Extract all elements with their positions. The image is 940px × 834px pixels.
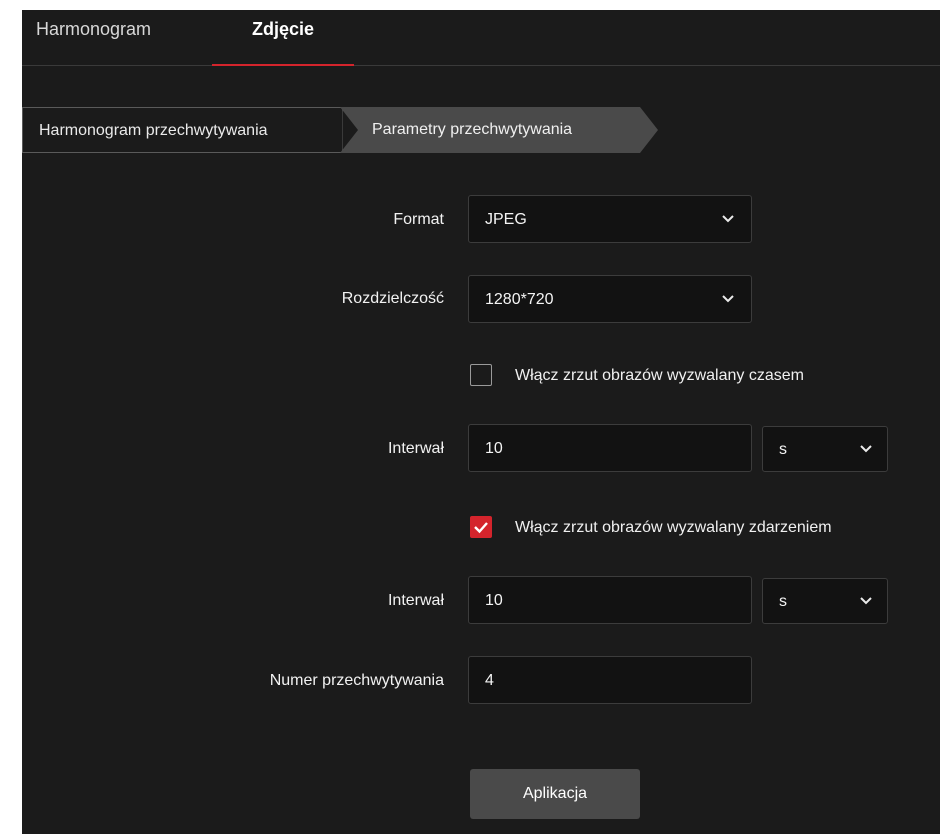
capture-number-value: 4 bbox=[485, 672, 494, 689]
event-unit-select[interactable]: s bbox=[762, 578, 888, 624]
step-capture-schedule-label: Harmonogram przechwytywania bbox=[39, 122, 268, 139]
format-value: JPEG bbox=[485, 211, 527, 228]
resolution-label: Rozdzielczość bbox=[341, 290, 444, 307]
apply-button[interactable]: Aplikacja bbox=[470, 769, 640, 819]
capture-number-label: Numer przechwytywania bbox=[269, 672, 444, 689]
event-unit-value: s bbox=[779, 593, 787, 610]
settings-panel: Harmonogram Zdjęcie Harmonogram przechwy… bbox=[22, 10, 940, 834]
format-label: Format bbox=[393, 211, 444, 228]
timed-unit-value: s bbox=[779, 441, 787, 458]
step-capture-schedule[interactable]: Harmonogram przechwytywania bbox=[22, 107, 344, 153]
timed-interval-value: 10 bbox=[485, 440, 503, 457]
timed-interval-label: Interwał bbox=[387, 440, 444, 457]
tab-harmonogram-label: Harmonogram bbox=[36, 19, 152, 39]
chevron-down-icon bbox=[860, 445, 872, 453]
top-tabs: Harmonogram Zdjęcie bbox=[22, 10, 940, 66]
resolution-value: 1280*720 bbox=[485, 291, 554, 308]
step-capture-params-label: Parametry przechwytywania bbox=[372, 121, 573, 138]
format-select[interactable]: JPEG bbox=[468, 195, 752, 243]
resolution-select[interactable]: 1280*720 bbox=[468, 275, 752, 323]
timed-unit-select[interactable]: s bbox=[762, 426, 888, 472]
timed-snapshot-label: Włącz zrzut obrazów wyzwalany czasem bbox=[515, 367, 804, 384]
chevron-down-icon bbox=[722, 215, 734, 223]
chevron-down-icon bbox=[860, 597, 872, 605]
event-interval-input[interactable]: 10 bbox=[468, 576, 752, 624]
event-interval-value: 10 bbox=[485, 592, 503, 609]
tab-zdjecie[interactable]: Zdjęcie bbox=[212, 10, 354, 66]
active-tab-indicator bbox=[212, 64, 354, 66]
step-capture-params[interactable]: Parametry przechwytywania bbox=[344, 107, 634, 153]
timed-interval-input[interactable]: 10 bbox=[468, 424, 752, 472]
event-interval-label: Interwał bbox=[387, 592, 444, 609]
capture-number-input[interactable]: 4 bbox=[468, 656, 752, 704]
tab-zdjecie-label: Zdjęcie bbox=[251, 19, 315, 39]
tab-harmonogram[interactable]: Harmonogram bbox=[36, 10, 151, 65]
timed-snapshot-checkbox[interactable] bbox=[470, 364, 492, 386]
event-snapshot-checkbox[interactable] bbox=[470, 516, 492, 538]
event-snapshot-label: Włącz zrzut obrazów wyzwalany zdarzeniem bbox=[515, 519, 832, 536]
checkmark-icon bbox=[474, 522, 488, 534]
chevron-down-icon bbox=[722, 295, 734, 303]
